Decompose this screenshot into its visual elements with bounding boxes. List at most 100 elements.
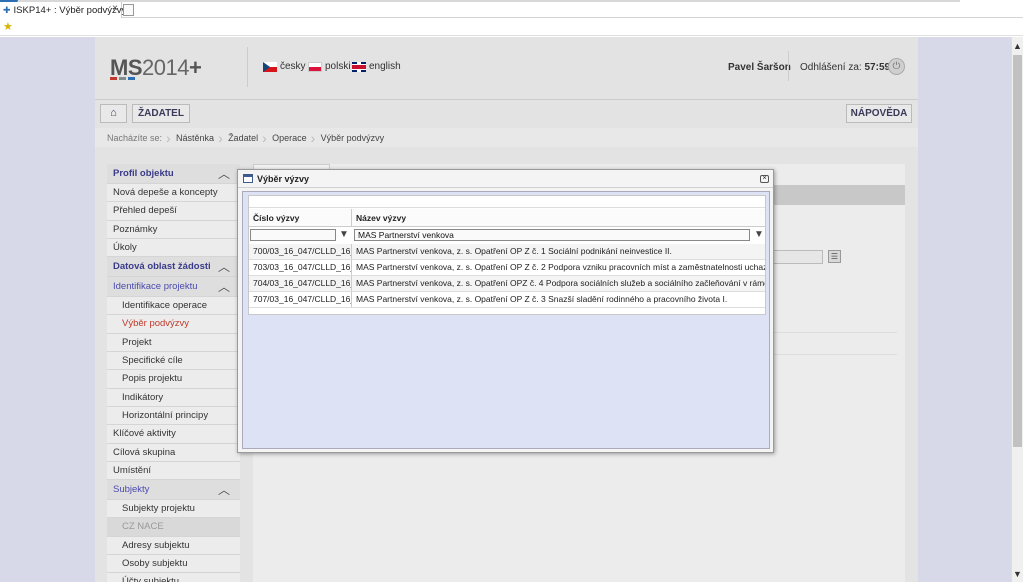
list-icon[interactable]: ☰ xyxy=(828,250,841,263)
filter-cell-name: ▼ xyxy=(353,228,765,243)
window-icon xyxy=(243,174,253,183)
user-name[interactable]: Pavel Šaršon xyxy=(728,62,791,73)
breadcrumb-current: Výběr podvýzvy xyxy=(311,130,391,146)
breadcrumb-dashboard[interactable]: Nástěnka xyxy=(166,130,220,146)
sidebar-item-project[interactable]: Projekt xyxy=(107,333,240,353)
column-header-number[interactable]: Číslo výzvy xyxy=(249,209,352,227)
table-row[interactable]: 703/03_16_047/CLLD_16_... MAS Partnerstv… xyxy=(249,260,765,276)
table-row[interactable]: 707/03_16_047/CLLD_16_... MAS Partnerstv… xyxy=(249,292,765,308)
logo-plus: + xyxy=(188,55,202,80)
language-polish-label: polski xyxy=(325,61,351,72)
column-header-name[interactable]: Název výzvy xyxy=(352,209,765,227)
applicant-button[interactable]: ŽADATEL xyxy=(132,104,190,123)
sidebar-item-key-activities[interactable]: Klíčové aktivity xyxy=(107,425,240,444)
logo-color-bars xyxy=(110,77,135,80)
sidebar-item-subject-accounts[interactable]: Účty subjektu xyxy=(107,573,240,582)
tab-strip-line xyxy=(0,0,960,2)
logo-bar-blue xyxy=(128,77,135,80)
scroll-up-icon[interactable]: ▲ xyxy=(1012,41,1023,53)
call-name-cell: MAS Partnerství venkova, z. s. Opatření … xyxy=(356,246,672,256)
call-number-cell: 707/03_16_047/CLLD_16_... xyxy=(249,292,352,307)
new-tab-button[interactable] xyxy=(123,4,134,16)
scroll-down-icon[interactable]: ▼ xyxy=(1012,569,1023,581)
logout-power-icon[interactable]: ⏻ xyxy=(888,58,905,75)
logout-label: Odhlášení za: xyxy=(800,62,862,73)
sidebar-section-label: Profil objektu xyxy=(113,168,174,179)
call-name-cell: MAS Partnerství venkova, z. s. Opatření … xyxy=(356,278,765,288)
sidebar-item-operation-identification[interactable]: Identifikace operace xyxy=(107,297,240,316)
filter-input-number[interactable] xyxy=(250,229,336,241)
call-name-cell: MAS Partnerství venkova, z. s. Opatření … xyxy=(356,294,728,304)
close-icon[interactable]: × xyxy=(760,175,769,183)
sidebar-item-indicators[interactable]: Indikátory xyxy=(107,388,240,407)
chevron-up-icon[interactable]: ︿ xyxy=(218,164,230,184)
sidebar-item-horizontal-principles[interactable]: Horizontální principy xyxy=(107,406,240,426)
call-number-cell: 704/03_16_047/CLLD_16_... xyxy=(249,276,352,291)
chevron-up-icon[interactable]: ︿ xyxy=(218,257,230,277)
chevron-up-icon[interactable]: ︿ xyxy=(218,277,230,297)
content-input-field[interactable] xyxy=(773,250,823,264)
sidebar-item-messages-overview[interactable]: Přehled depeší xyxy=(107,202,240,221)
table-row[interactable]: 704/03_16_047/CLLD_16_... MAS Partnerstv… xyxy=(249,276,765,292)
sidebar-item-specific-goals[interactable]: Specifické cíle xyxy=(107,352,240,371)
scrollbar-thumb[interactable] xyxy=(1013,55,1022,447)
browser-tab-title: ISKP14+ : Výběr podvýzvy xyxy=(13,4,127,16)
logo-bar-gray xyxy=(119,77,126,80)
main-nav-bar: ⌂ ŽADATEL NÁPOVĚDA xyxy=(95,99,918,127)
breadcrumb-prefix: Nacházíte se: xyxy=(107,132,163,143)
breadcrumb-applicant[interactable]: Žadatel xyxy=(218,130,264,146)
close-tab-icon[interactable]: × xyxy=(112,3,118,14)
table-row[interactable]: 700/03_16_047/CLLD_16_... MAS Partnerstv… xyxy=(249,244,765,260)
logout-timer: 57:59 xyxy=(864,62,891,73)
sidebar-item-target-group[interactable]: Cílová skupina xyxy=(107,443,240,462)
language-polish[interactable]: polski xyxy=(308,61,351,72)
breadcrumb-operation[interactable]: Operace xyxy=(262,130,313,146)
uk-flag-icon xyxy=(352,61,366,72)
sidebar-section-identification[interactable]: Identifikace projektu ︿ xyxy=(107,277,240,298)
sidebar-section-data-area[interactable]: Datová oblast žádosti ︿ xyxy=(107,257,240,278)
sidebar-section-profile[interactable]: Profil objektu ︿ xyxy=(107,164,240,184)
browser-tab[interactable]: ✚ ISKP14+ : Výběr podvýzvy × xyxy=(0,2,126,18)
call-name-cell: MAS Partnerství venkova, z. s. Opatření … xyxy=(356,262,765,272)
sidebar-item-new-messages[interactable]: Nová depeše a koncepty xyxy=(107,184,240,203)
language-english-label: english xyxy=(369,61,401,72)
filter-input-name[interactable] xyxy=(354,229,750,241)
browser-tab-bar: ✚ ISKP14+ : Výběr podvýzvy × xyxy=(0,0,1023,18)
language-english[interactable]: english xyxy=(352,61,401,72)
sidebar-item-project-subjects[interactable]: Subjekty projektu xyxy=(107,500,240,519)
help-button[interactable]: NÁPOVĚDA xyxy=(846,104,912,123)
sidebar-item-tasks[interactable]: Úkoly xyxy=(107,238,240,258)
sidebar-item-location[interactable]: Umístění xyxy=(107,461,240,481)
call-number-cell: 700/03_16_047/CLLD_16_... xyxy=(249,244,352,259)
content-divider xyxy=(773,332,897,333)
dialog-title: Výběr výzvy xyxy=(257,174,310,184)
page-scrollbar[interactable]: ▲ ▼ xyxy=(1011,37,1023,582)
sidebar-item-subject-addresses[interactable]: Adresy subjektu xyxy=(107,536,240,556)
logo-year: 2014 xyxy=(142,55,189,80)
filter-icon[interactable]: ▼ xyxy=(339,230,349,241)
language-czech-label: česky xyxy=(280,61,306,72)
site-favicon-icon: ✚ xyxy=(3,4,11,15)
call-number-cell: 703/03_16_047/CLLD_16_... xyxy=(249,260,352,275)
grid-toolbar xyxy=(249,196,765,208)
sidebar: Profil objektu ︿ Nová depeše a koncepty P… xyxy=(107,164,240,582)
sidebar-item-project-description[interactable]: Popis projektu xyxy=(107,370,240,389)
sidebar-item-subject-persons[interactable]: Osoby subjektu xyxy=(107,555,240,574)
logout-countdown: Odhlášení za: 57:59 xyxy=(800,62,890,73)
sidebar-item-subcall-selection[interactable]: Výběr podvýzvy xyxy=(107,315,240,334)
language-czech[interactable]: česky xyxy=(263,61,306,72)
dialog-titlebar: Výběr výzvy × xyxy=(238,170,773,188)
filter-icon[interactable]: ▼ xyxy=(754,230,764,241)
call-selection-dialog: Výběr výzvy × Číslo výzvy Název výzvy ▼ … xyxy=(237,169,774,453)
sidebar-item-notes[interactable]: Poznámky xyxy=(107,220,240,239)
home-button[interactable]: ⌂ xyxy=(100,104,127,123)
chevron-up-icon[interactable]: ︿ xyxy=(218,480,230,500)
favorites-star-icon[interactable]: ★ xyxy=(3,20,13,33)
sidebar-section-label: Subjekty xyxy=(113,484,150,496)
favorites-bar: ★ xyxy=(0,19,1023,36)
app-header: MS2014+ česky polski english Pavel Šaršo… xyxy=(95,37,918,97)
header-divider-user xyxy=(788,51,789,81)
sidebar-item-cz-nace: CZ NACE xyxy=(107,518,240,537)
sidebar-section-label: Identifikace projektu xyxy=(113,281,198,293)
sidebar-section-subjects[interactable]: Subjekty ︿ xyxy=(107,480,240,501)
